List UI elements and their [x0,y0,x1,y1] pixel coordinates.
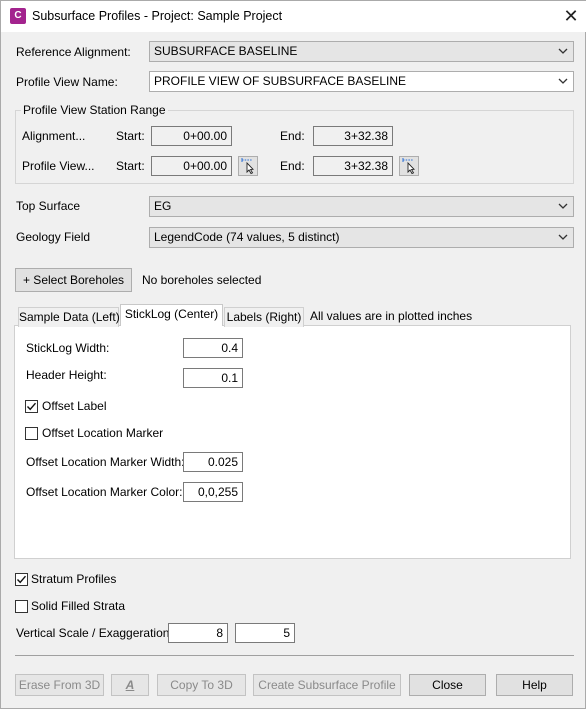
app-icon: C [10,8,26,24]
chevron-down-icon [558,48,568,54]
top-surface-dropdown[interactable]: EG [149,196,574,217]
top-surface-value: EG [154,199,172,213]
sticklog-width-label: StickLog Width: [26,341,110,355]
vertical-scale-input[interactable]: 8 [168,623,228,643]
stratum-profiles-text: Stratum Profiles [31,572,117,586]
offset-label-checkbox[interactable] [25,400,38,413]
sticklog-width-input[interactable]: 0.4 [183,338,243,358]
checkmark-icon [26,402,37,411]
annotate-icon: A [125,678,135,692]
select-boreholes-button[interactable]: + Select Boreholes [15,268,132,292]
tab-sample-data[interactable]: Sample Data (Left) [18,307,120,327]
create-subsurface-profile-button[interactable]: Create Subsurface Profile [253,674,401,696]
pick-cursor-icon [402,158,415,175]
alignment-row-label: Alignment... [22,129,86,143]
pick-cursor-icon [241,158,254,175]
stratum-profiles-checkbox[interactable] [15,573,28,586]
help-button[interactable]: Help [496,674,573,696]
tab-labels[interactable]: Labels (Right) [224,307,304,327]
subsurface-profiles-dialog: C Subsurface Profiles - Project: Sample … [0,0,586,709]
boreholes-status: No boreholes selected [142,273,262,287]
pick-end-station-button[interactable] [399,156,419,176]
chevron-down-icon [558,203,568,209]
chevron-down-icon [558,78,568,84]
vertical-scale-label: Vertical Scale / Exaggeration: [16,626,173,640]
alignment-end-label: End: [280,129,305,143]
copy-to-3d-button[interactable]: Copy To 3D [157,674,246,696]
offset-location-marker-text: Offset Location Marker [42,426,164,440]
profile-view-end-field[interactable]: 3+32.38 [313,156,393,176]
tab-sticklog[interactable]: StickLog (Center) [120,304,223,326]
geology-field-dropdown[interactable]: LegendCode (74 values, 5 distinct) [149,227,574,248]
offset-label-text: Offset Label [42,399,107,413]
alignment-end-field[interactable]: 3+32.38 [313,126,393,146]
profile-view-row-label: Profile View... [22,159,95,173]
reference-alignment-label: Reference Alignment: [16,45,131,59]
alignment-start-field[interactable]: 0+00.00 [151,126,232,146]
geology-field-value: LegendCode (74 values, 5 distinct) [154,230,340,244]
marker-width-input[interactable]: 0.025 [183,452,243,472]
solid-filled-strata-checkbox[interactable] [15,600,28,613]
marker-width-label: Offset Location Marker Width: [26,455,185,469]
erase-from-3d-button[interactable]: Erase From 3D [15,674,104,696]
exaggeration-input[interactable]: 5 [235,623,295,643]
footer-divider [15,655,574,656]
close-window-icon[interactable]: ✕ [560,5,582,27]
marker-color-input[interactable]: 0,0,255 [183,482,243,502]
tab-panel-sticklog [14,325,571,559]
profile-view-end-label: End: [280,159,305,173]
header-height-input[interactable]: 0.1 [183,368,243,388]
marker-color-label: Offset Location Marker Color: [26,485,183,499]
close-button[interactable]: Close [409,674,486,696]
profile-view-name-value: PROFILE VIEW OF SUBSURFACE BASELINE [154,74,407,88]
offset-location-marker-checkbox[interactable] [25,427,38,440]
profile-view-start-field[interactable]: 0+00.00 [151,156,232,176]
top-surface-label: Top Surface [16,199,81,213]
profile-view-name-label: Profile View Name: [16,75,118,89]
alignment-start-label: Start: [116,129,145,143]
annotate-button[interactable]: A [111,674,149,696]
station-range-title: Profile View Station Range [21,103,168,117]
header-height-label: Header Height: [26,368,107,382]
reference-alignment-value: SUBSURFACE BASELINE [154,44,298,58]
reference-alignment-dropdown[interactable]: SUBSURFACE BASELINE [149,41,574,62]
solid-filled-strata-text: Solid Filled Strata [31,599,126,613]
chevron-down-icon [558,234,568,240]
window-title: Subsurface Profiles - Project: Sample Pr… [32,9,283,23]
pick-start-station-button[interactable] [238,156,258,176]
profile-view-name-dropdown[interactable]: PROFILE VIEW OF SUBSURFACE BASELINE [149,71,574,92]
geology-field-label: Geology Field [16,230,91,244]
units-note: All values are in plotted inches [310,309,473,323]
profile-view-start-label: Start: [116,159,145,173]
checkmark-icon [16,575,27,584]
